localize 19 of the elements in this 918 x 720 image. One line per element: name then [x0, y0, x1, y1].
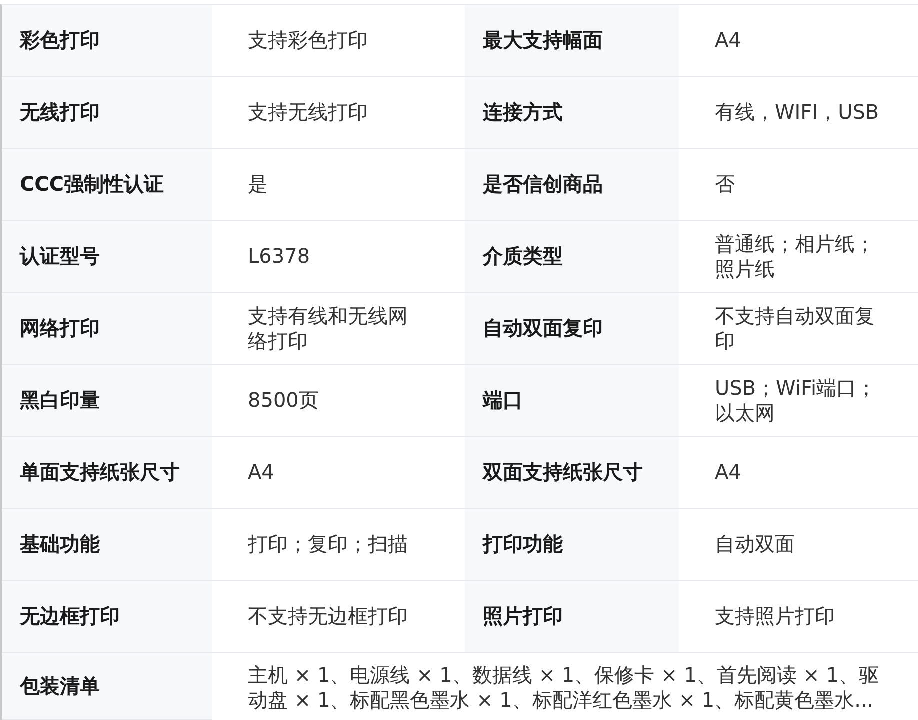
spec-label: 网络打印	[2, 293, 212, 365]
spec-label: CCC强制性认证	[2, 149, 212, 221]
spec-label: 基础功能	[2, 509, 212, 581]
spec-label: 照片打印	[465, 581, 679, 653]
spec-label: 打印功能	[465, 509, 679, 581]
spec-label: 彩色打印	[2, 5, 212, 77]
spec-label: 无边框打印	[2, 581, 212, 653]
spec-label: 介质类型	[465, 221, 679, 293]
spec-label: 双面支持纸张尺寸	[465, 437, 679, 509]
spec-label: 无线打印	[2, 77, 212, 149]
spec-label: 连接方式	[465, 77, 679, 149]
spec-label: 包装清单	[2, 653, 212, 720]
spec-label: 自动双面复印	[465, 293, 679, 365]
spec-label: 是否信创商品	[465, 149, 679, 221]
spec-label: 黑白印量	[2, 365, 212, 437]
spec-label: 最大支持幅面	[465, 5, 679, 77]
spec-label: 端口	[465, 365, 679, 437]
spec-label: 单面支持纸张尺寸	[2, 437, 212, 509]
spec-label: 认证型号	[2, 221, 212, 293]
